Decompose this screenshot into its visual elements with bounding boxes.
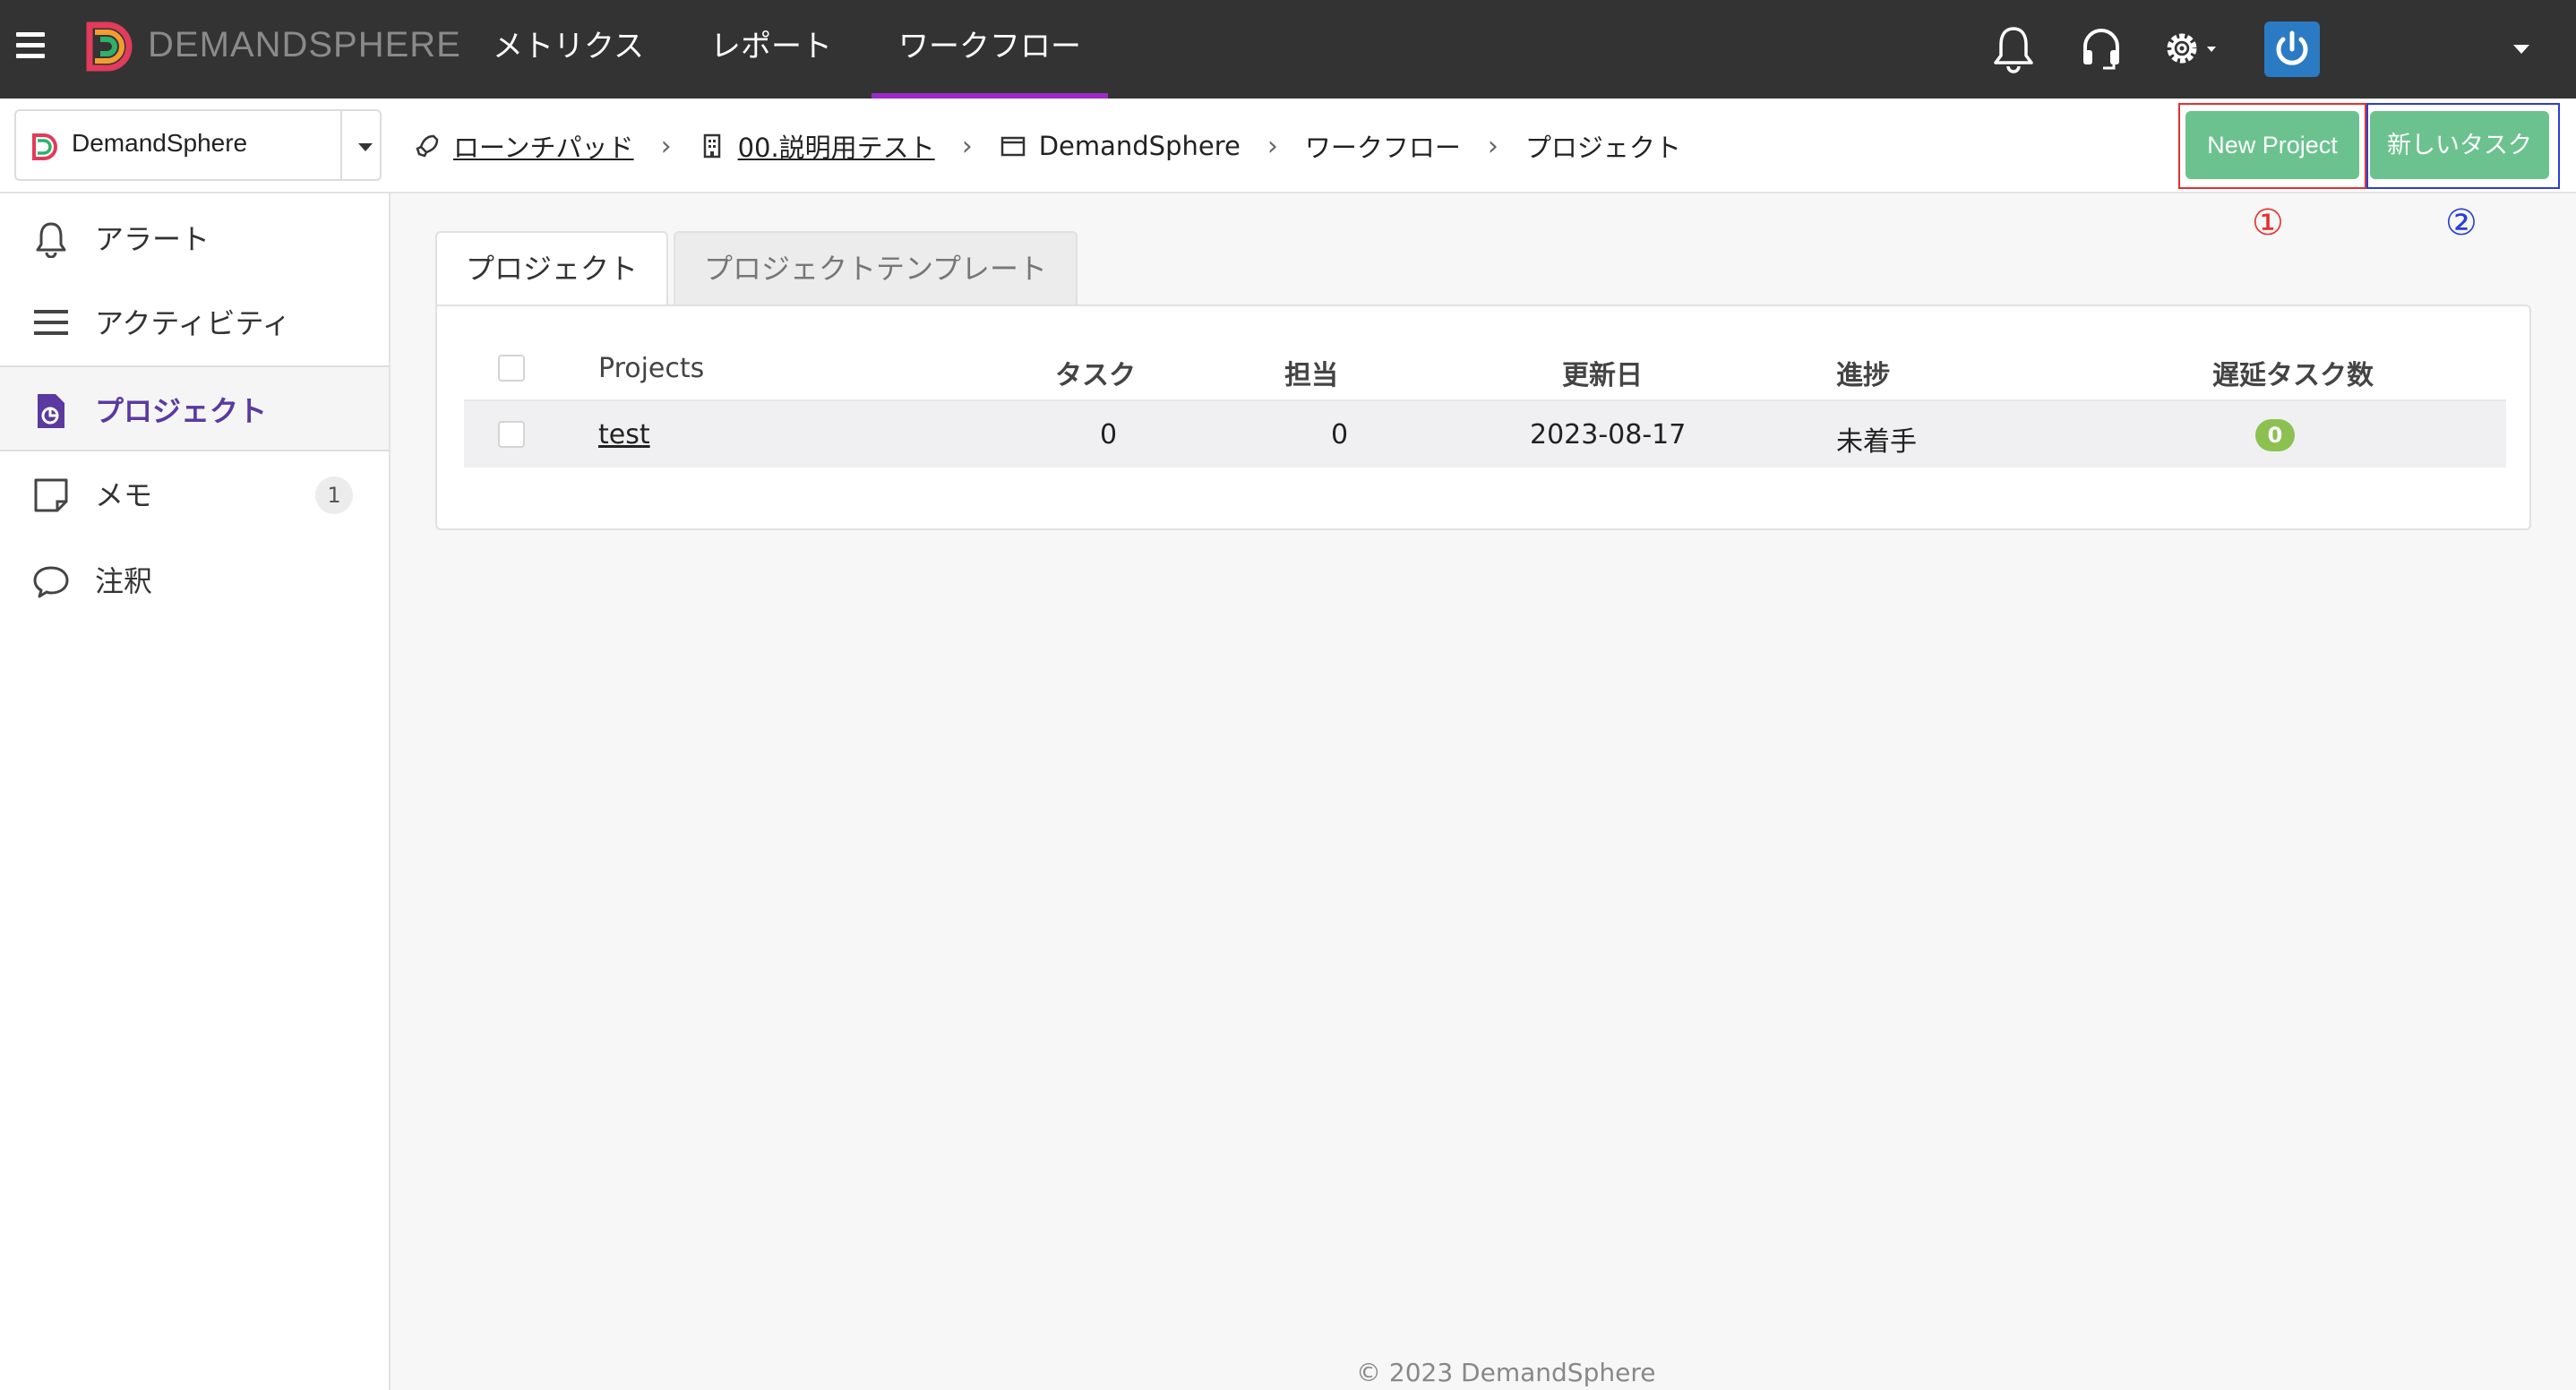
table-header: Projects タスク 担当 更新日 進捗 遅延タスク数 bbox=[464, 333, 2506, 401]
delayed-tasks-badge: 0 bbox=[2255, 419, 2295, 451]
breadcrumb-separator-icon: › bbox=[1487, 130, 1498, 162]
annotation-marker-2: ② bbox=[2445, 202, 2477, 244]
sidebar: アラート アクティビティ プロジェクト メモ 1 注釈 bbox=[0, 193, 391, 1390]
top-navbar: DEMANDSPHERE メトリクス レポート ワークフロー bbox=[0, 0, 2576, 99]
brand-name: DEMANDSPHERE bbox=[148, 25, 461, 64]
site-selector-label: DemandSphere bbox=[72, 129, 248, 157]
progress-status: 未着手 bbox=[1836, 426, 1917, 458]
breadcrumb-label[interactable]: 00.説明用テスト bbox=[738, 127, 935, 165]
breadcrumb-launchpad[interactable]: ローンチパッド bbox=[414, 127, 634, 165]
project-tabs: プロジェクト プロジェクトテンプレート bbox=[435, 231, 1083, 308]
chevron-down-icon[interactable] bbox=[2513, 45, 2529, 54]
demandsphere-logo-icon bbox=[32, 133, 57, 160]
highlight-box-new-task bbox=[2366, 103, 2560, 189]
tab-projects[interactable]: プロジェクト bbox=[435, 231, 669, 308]
annotation-marker-1: ① bbox=[2252, 202, 2284, 244]
gear-icon[interactable] bbox=[2160, 23, 2223, 73]
bell-icon[interactable] bbox=[1990, 23, 2037, 73]
footer-copyright: © 2023 DemandSphere bbox=[1356, 1358, 1656, 1387]
power-icon bbox=[2276, 30, 2308, 65]
breadcrumb-projects: プロジェクト bbox=[1525, 127, 1681, 165]
nav-workflow[interactable]: ワークフロー bbox=[871, 0, 1108, 99]
tasks-count: 0 bbox=[1100, 419, 1118, 450]
column-header-updated[interactable]: 更新日 bbox=[1562, 353, 1643, 392]
sidebar-item-label: プロジェクト bbox=[95, 394, 268, 428]
breadcrumb: ローンチパッド › 00.説明用テスト › DemandSphere › ワーク… bbox=[414, 99, 1681, 193]
nav-reports[interactable]: レポート bbox=[683, 0, 859, 99]
sidebar-item-alerts[interactable]: アラート bbox=[0, 195, 389, 281]
sidebar-item-activity[interactable]: アクティビティ bbox=[0, 279, 389, 365]
updated-date: 2023-08-17 bbox=[1530, 419, 1687, 450]
memo-count-badge: 1 bbox=[315, 476, 353, 514]
breadcrumb-label: ワークフロー bbox=[1304, 133, 1461, 163]
building-icon bbox=[703, 133, 720, 159]
window-icon bbox=[1000, 136, 1025, 157]
breadcrumb-label: DemandSphere bbox=[1038, 131, 1241, 161]
site-selector[interactable]: DemandSphere bbox=[14, 109, 382, 181]
table-row: test 0 0 2023-08-17 未着手 0 bbox=[464, 401, 2506, 468]
sidebar-item-label: 注釈 bbox=[95, 564, 153, 598]
bell-icon bbox=[36, 222, 66, 258]
nav-metrics[interactable]: メトリクス bbox=[466, 0, 671, 99]
projects-table-panel: Projects タスク 担当 更新日 進捗 遅延タスク数 test 0 0 2… bbox=[435, 305, 2531, 530]
breadcrumb-separator-icon: › bbox=[1267, 130, 1278, 162]
sidebar-item-label: メモ bbox=[95, 478, 153, 512]
sidebar-item-memo[interactable]: メモ 1 bbox=[0, 451, 389, 537]
project-link[interactable]: test bbox=[598, 419, 650, 450]
note-icon bbox=[34, 478, 68, 512]
user-avatar[interactable] bbox=[2264, 21, 2320, 77]
demandsphere-logo-icon[interactable] bbox=[82, 20, 133, 73]
list-icon bbox=[34, 310, 68, 335]
column-header-assigned[interactable]: 担当 bbox=[1284, 353, 1338, 392]
main-nav: メトリクス レポート ワークフロー bbox=[466, 0, 1121, 99]
rocket-icon bbox=[416, 134, 439, 158]
menu-icon[interactable] bbox=[16, 32, 45, 59]
row-checkbox[interactable] bbox=[498, 421, 525, 448]
breadcrumb-site: DemandSphere bbox=[1000, 131, 1241, 161]
comment-icon bbox=[33, 566, 69, 598]
tab-project-templates[interactable]: プロジェクトテンプレート bbox=[674, 231, 1078, 306]
column-header-tasks[interactable]: タスク bbox=[1055, 353, 1136, 392]
sidebar-item-annotations[interactable]: 注釈 bbox=[0, 537, 389, 623]
project-file-icon bbox=[38, 394, 64, 428]
breadcrumb-account[interactable]: 00.説明用テスト bbox=[699, 127, 935, 165]
breadcrumb-label[interactable]: ローンチパッド bbox=[453, 127, 634, 165]
breadcrumb-label: プロジェクト bbox=[1524, 133, 1681, 163]
column-header-projects[interactable]: Projects bbox=[598, 353, 704, 384]
breadcrumb-workflow: ワークフロー bbox=[1305, 127, 1461, 165]
sidebar-item-projects[interactable]: プロジェクト bbox=[0, 365, 389, 451]
highlight-box-new-project bbox=[2178, 103, 2366, 189]
divider bbox=[340, 111, 342, 179]
select-all-checkbox[interactable] bbox=[498, 355, 525, 382]
chevron-down-icon[interactable] bbox=[358, 143, 373, 151]
headset-icon[interactable] bbox=[2078, 23, 2125, 73]
assigned-count: 0 bbox=[1331, 419, 1349, 450]
sidebar-item-label: アクティビティ bbox=[95, 306, 291, 340]
breadcrumb-separator-icon: › bbox=[961, 130, 973, 162]
column-header-delayed[interactable]: 遅延タスク数 bbox=[2212, 353, 2374, 392]
breadcrumb-separator-icon: › bbox=[660, 130, 672, 162]
sidebar-item-label: アラート bbox=[95, 222, 210, 256]
column-header-progress[interactable]: 進捗 bbox=[1836, 353, 1890, 392]
